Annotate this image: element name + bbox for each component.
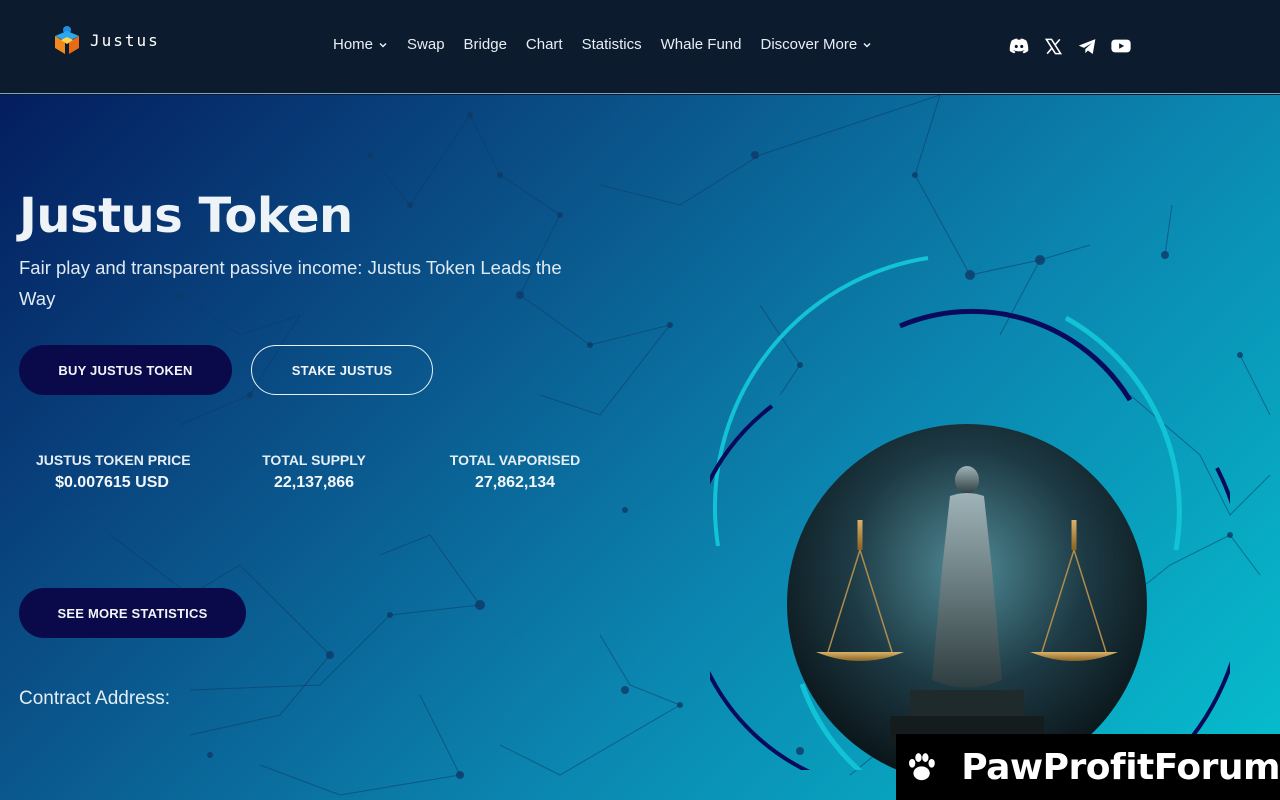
telegram-icon[interactable] — [1076, 35, 1098, 57]
contract-address-label: Contract Address: — [19, 688, 171, 709]
nav-chart[interactable]: Chart — [526, 36, 563, 53]
brand-name: Justus — [90, 30, 160, 50]
paw-icon — [909, 753, 935, 781]
nav-discover-more-label: Discover More — [760, 36, 858, 53]
nav-statistics[interactable]: Statistics — [582, 36, 642, 53]
watermark-banner: PawProfitForum — [896, 734, 1280, 800]
hero-section: Justus Token Fair play and transparent p… — [0, 95, 1280, 800]
stat-value: 22,137,866 — [273, 474, 355, 491]
stat-label: TOTAL SUPPLY — [262, 452, 366, 468]
x-twitter-icon[interactable] — [1042, 35, 1064, 57]
nav-whale-fund[interactable]: Whale Fund — [661, 36, 742, 53]
site-header: Justus Home Swap Bridge Chart Statistics… — [0, 0, 1280, 94]
stat-label: TOTAL VAPORISED — [449, 452, 581, 468]
nav-statistics-label: Statistics — [581, 36, 642, 53]
hero-subtitle: Fair play and transparent passive income… — [19, 257, 562, 309]
brand-logo[interactable]: Justus — [50, 24, 160, 58]
nav-swap-label: Swap — [407, 36, 445, 53]
social-links — [1008, 35, 1132, 57]
nav-bridge[interactable]: Bridge — [464, 36, 507, 53]
justice-emblem-image — [710, 256, 1230, 770]
stake-justus-button[interactable]: STAKE JUSTUS — [251, 345, 433, 395]
nav-chart-label: Chart — [525, 36, 563, 53]
chevron-down-icon — [863, 42, 871, 48]
stat-total-supply: TOTAL SUPPLY 22,137,866 — [254, 452, 374, 492]
stat-total-vaporised: TOTAL VAPORISED 27,862,134 — [445, 452, 585, 492]
nav-home[interactable]: Home — [333, 36, 388, 53]
stat-token-price: JUSTUS TOKEN PRICE $0.007615 USD — [36, 452, 191, 492]
main-nav: Home Swap Bridge Chart Statistics Whale … — [333, 36, 891, 53]
nav-swap[interactable]: Swap — [407, 36, 445, 53]
nav-discover-more[interactable]: Discover More — [760, 36, 872, 53]
nav-bridge-label: Bridge — [463, 36, 507, 53]
discord-icon[interactable] — [1008, 35, 1030, 57]
watermark-text: PawProfitForum — [961, 746, 1280, 788]
stat-value: $0.007615 USD — [55, 474, 169, 491]
hero-title: Justus Token — [19, 188, 353, 244]
logo-icon — [55, 26, 79, 54]
youtube-icon[interactable] — [1110, 35, 1132, 57]
nav-home-label: Home — [333, 36, 374, 53]
stat-value: 27,862,134 — [474, 474, 556, 491]
chevron-down-icon — [379, 42, 387, 48]
see-more-statistics-button[interactable]: SEE MORE STATISTICS — [19, 588, 246, 638]
stat-label: JUSTUS TOKEN PRICE — [36, 452, 191, 468]
nav-whale-fund-label: Whale Fund — [660, 36, 742, 53]
buy-justus-token-button[interactable]: BUY JUSTUS TOKEN — [19, 345, 232, 395]
